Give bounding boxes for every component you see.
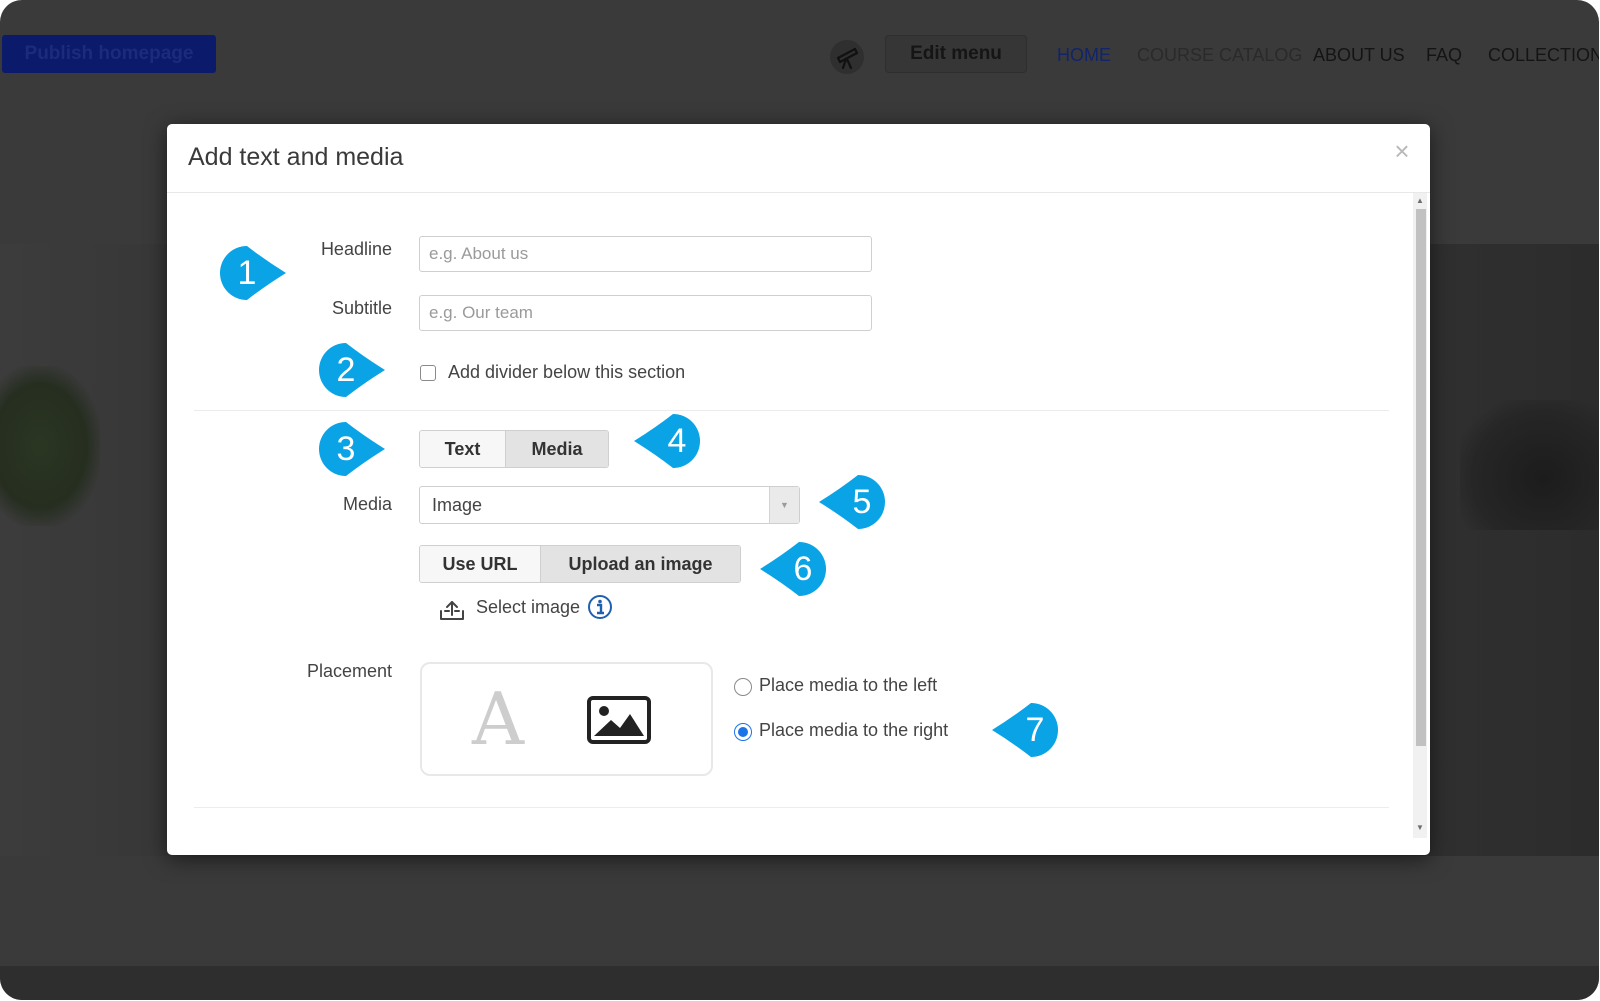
upload-image-button[interactable]: Upload an image <box>540 546 740 582</box>
select-image-link[interactable]: Select image <box>476 597 580 618</box>
content-type-toggle: Text Media <box>419 430 609 468</box>
nav-home[interactable]: HOME <box>1057 45 1111 66</box>
nav-about-us[interactable]: ABOUT US <box>1313 45 1405 66</box>
place-left-radio[interactable] <box>734 678 752 696</box>
app-window: Publish homepage Edit menu HOME COURSE C… <box>0 0 1599 1000</box>
media-label: Media <box>342 494 392 514</box>
headline-input[interactable] <box>419 236 872 272</box>
subtitle-input[interactable] <box>419 295 872 331</box>
close-icon[interactable]: × <box>1389 138 1415 164</box>
add-text-media-dialog: Add text and media × ▲ ▼ Headline Subtit… <box>167 124 1430 855</box>
place-right-radio[interactable] <box>734 723 752 741</box>
dialog-title: Add text and media <box>188 143 404 171</box>
nav-collection[interactable]: COLLECTION <box>1488 45 1599 66</box>
section-divider-bottom <box>194 807 1389 808</box>
image-icon <box>587 696 651 744</box>
upload-icon[interactable] <box>439 599 465 621</box>
nav-faq[interactable]: FAQ <box>1426 45 1462 66</box>
page-footer-strip <box>0 966 1599 1000</box>
place-right-label[interactable]: Place media to the right <box>759 720 948 741</box>
telescope-icon[interactable] <box>830 40 864 74</box>
divider-checkbox-label[interactable]: Add divider below this section <box>448 362 685 383</box>
image-source-toggle: Use URL Upload an image <box>419 545 741 583</box>
scroll-down-arrow-icon[interactable]: ▼ <box>1415 823 1425 833</box>
publish-homepage-button[interactable]: Publish homepage <box>2 35 216 73</box>
hero-lamp-decoration <box>1460 400 1599 530</box>
divider-checkbox[interactable] <box>420 365 436 381</box>
headline-label: Headline <box>320 239 392 259</box>
placement-label: Placement <box>306 661 392 681</box>
edit-menu-button[interactable]: Edit menu <box>885 35 1027 73</box>
place-left-label[interactable]: Place media to the left <box>759 675 937 696</box>
screenshot-frame: Publish homepage Edit menu HOME COURSE C… <box>0 0 1600 1001</box>
scroll-up-arrow-icon[interactable]: ▲ <box>1415 196 1425 206</box>
text-tab-button[interactable]: Text <box>420 431 505 467</box>
hero-plant-decoration <box>0 366 100 526</box>
info-icon[interactable] <box>587 594 613 620</box>
media-type-value: Image <box>432 495 483 515</box>
media-type-select[interactable]: Image ▼ <box>419 486 800 524</box>
use-url-button[interactable]: Use URL <box>420 546 540 582</box>
placement-text-letter: A <box>472 677 524 761</box>
dialog-header-divider <box>167 192 1430 193</box>
media-tab-button[interactable]: Media <box>505 431 608 467</box>
scrollbar-thumb[interactable] <box>1416 209 1426 746</box>
subtitle-label: Subtitle <box>331 298 392 318</box>
section-divider <box>194 410 1389 411</box>
nav-course-catalog[interactable]: COURSE CATALOG <box>1137 45 1302 66</box>
placement-preview: A <box>420 662 713 776</box>
chevron-down-icon[interactable]: ▼ <box>769 487 799 523</box>
